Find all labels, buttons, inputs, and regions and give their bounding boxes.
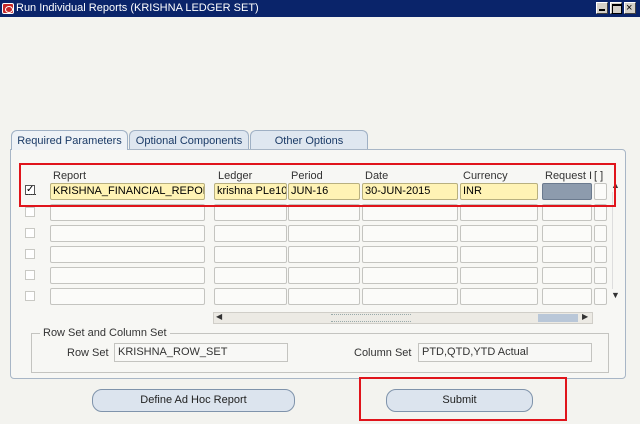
- row-select-checkbox[interactable]: [25, 270, 35, 280]
- tab-other-options[interactable]: Other Options: [250, 130, 368, 150]
- close-icon[interactable]: [624, 0, 636, 17]
- scroll-down-icon[interactable]: ▼: [611, 290, 620, 300]
- oracle-logo-icon: [2, 3, 14, 14]
- scroll-thumb[interactable]: [331, 314, 411, 322]
- horizontal-scrollbar[interactable]: ◀ ▶: [213, 312, 593, 324]
- currency-field[interactable]: [460, 267, 538, 284]
- report-field[interactable]: [50, 225, 205, 242]
- rowset-group-legend: Row Set and Column Set: [40, 327, 170, 339]
- request-id-field: [542, 246, 592, 263]
- row-select-checkbox[interactable]: [25, 249, 35, 259]
- row-select-checkbox[interactable]: [25, 207, 35, 217]
- report-field[interactable]: [50, 246, 205, 263]
- tab-optional-components[interactable]: Optional Components: [129, 130, 249, 150]
- column-set-label: Column Set: [354, 347, 412, 359]
- report-field[interactable]: [50, 288, 205, 305]
- highlight-box: [359, 377, 567, 421]
- scroll-position-bar[interactable]: [538, 314, 578, 322]
- column-set-field[interactable]: PTD,QTD,YTD Actual: [418, 343, 592, 362]
- currency-field[interactable]: [460, 225, 538, 242]
- minimize-icon[interactable]: [596, 2, 608, 14]
- row-set-label: Row Set: [67, 347, 109, 359]
- title-bar: Run Individual Reports (KRISHNA LEDGER S…: [0, 0, 640, 17]
- request-id-field: [542, 267, 592, 284]
- date-field[interactable]: [362, 246, 458, 263]
- flexfield-cell[interactable]: [594, 225, 607, 242]
- scroll-right-icon[interactable]: ▶: [582, 312, 588, 321]
- ledger-field[interactable]: [214, 288, 287, 305]
- flexfield-cell[interactable]: [594, 267, 607, 284]
- tab-required-parameters[interactable]: Required Parameters: [11, 130, 128, 150]
- currency-field[interactable]: [460, 288, 538, 305]
- request-id-field: [542, 288, 592, 305]
- date-field[interactable]: [362, 288, 458, 305]
- period-field[interactable]: [288, 267, 360, 284]
- currency-field[interactable]: [460, 246, 538, 263]
- scroll-left-icon[interactable]: ◀: [216, 312, 222, 321]
- maximize-icon[interactable]: [610, 2, 622, 14]
- request-id-field: [542, 225, 592, 242]
- ledger-field[interactable]: [214, 246, 287, 263]
- period-field[interactable]: [288, 288, 360, 305]
- flexfield-cell[interactable]: [594, 288, 607, 305]
- ledger-field[interactable]: [214, 267, 287, 284]
- define-ad-hoc-report-button[interactable]: Define Ad Hoc Report: [92, 389, 295, 412]
- flexfield-cell[interactable]: [594, 246, 607, 263]
- row-set-field[interactable]: KRISHNA_ROW_SET: [114, 343, 288, 362]
- window-title: Run Individual Reports (KRISHNA LEDGER S…: [16, 2, 259, 14]
- report-field[interactable]: [50, 267, 205, 284]
- period-field[interactable]: [288, 246, 360, 263]
- ledger-field[interactable]: [214, 225, 287, 242]
- row-select-checkbox[interactable]: [25, 228, 35, 238]
- date-field[interactable]: [362, 267, 458, 284]
- row-select-checkbox[interactable]: [25, 291, 35, 301]
- highlight-box: [19, 163, 616, 207]
- period-field[interactable]: [288, 225, 360, 242]
- date-field[interactable]: [362, 225, 458, 242]
